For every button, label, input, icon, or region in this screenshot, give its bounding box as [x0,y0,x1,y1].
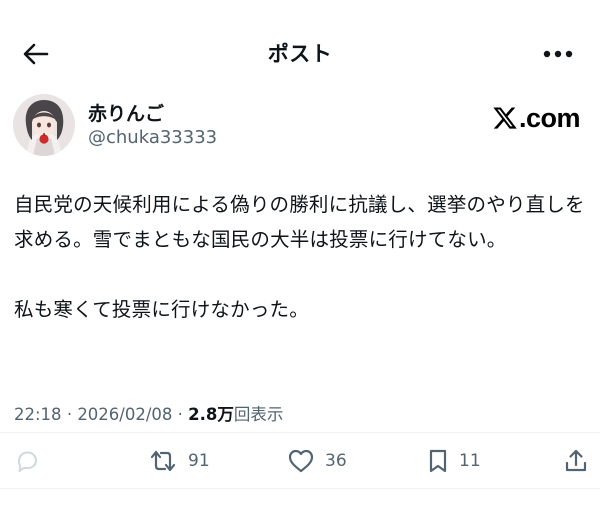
views-label: 回表示 [233,405,284,424]
divider [0,488,600,489]
tweet-body: 自民党の天候利用による偽りの勝利に抗議し、選挙のやり直しを求める。雪でまともな国… [14,187,589,327]
like-button[interactable]: 36 [287,447,347,475]
dotcom-text: .com [518,102,581,133]
divider [0,432,600,433]
repost-count: 91 [188,451,210,471]
share-icon [565,449,587,472]
user-handle[interactable]: @chuka33333 [88,127,217,148]
meta-separator: · [177,405,183,424]
avatar[interactable] [13,94,75,156]
post-time[interactable]: 22:18 [14,405,62,424]
heart-icon [288,449,314,473]
bookmark-button[interactable]: 11 [427,447,481,475]
page-title: ポスト [267,42,333,66]
reply-button[interactable] [14,447,40,475]
like-count: 36 [325,451,347,471]
bookmark-count: 11 [459,451,481,471]
share-button[interactable] [563,447,589,475]
tweet-paragraph: 自民党の天候利用による偽りの勝利に抗議し、選挙のやり直しを求める。雪でまともな国… [14,193,585,251]
post-date[interactable]: 2026/02/08 [77,405,172,424]
tweet-metadata: 22:18 · 2026/02/08 · 2.8万回表示 [14,401,283,425]
more-horizontal-icon [543,50,573,58]
x-logo-icon [493,107,517,129]
more-button[interactable] [538,40,578,68]
top-bar: ポスト [0,0,600,100]
display-name[interactable]: 赤りんご [88,99,164,126]
repost-button[interactable]: 91 [148,447,210,475]
x-com-watermark: .com [492,102,581,134]
reply-bubble-icon [18,451,37,472]
views-count: 2.8万 [188,405,234,424]
meta-separator: · [66,405,73,424]
tweet-paragraph: 私も寒くて投票に行けなかった。 [14,298,309,321]
repost-icon [150,450,176,472]
bookmark-icon [429,449,447,473]
